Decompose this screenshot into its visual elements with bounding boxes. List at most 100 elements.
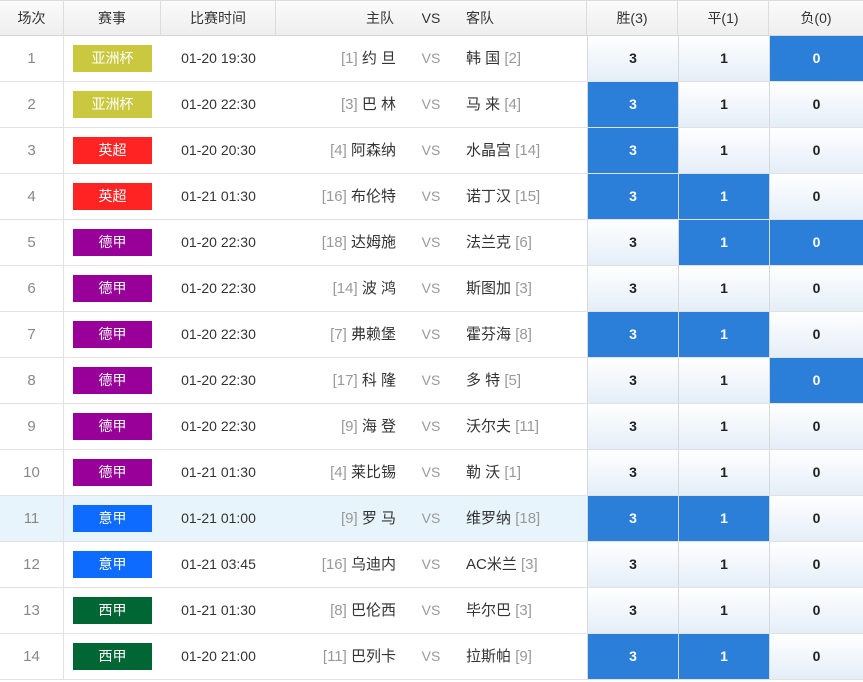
lose-option[interactable]: 0 [769, 404, 863, 449]
win-option[interactable]: 3 [587, 312, 678, 357]
league-badge[interactable]: 意甲 [73, 551, 152, 578]
vs-label: VS [421, 602, 441, 618]
league-badge[interactable]: 德甲 [73, 367, 152, 394]
draw-option[interactable]: 1 [678, 82, 769, 127]
home-team: [1] 约 旦 [276, 36, 400, 81]
home-team: [11] 巴列卡 [276, 634, 400, 679]
away-team: 维罗纳 [18] [462, 496, 587, 541]
away-team: AC米兰 [3] [462, 542, 587, 587]
win-option[interactable]: 3 [587, 404, 678, 449]
league-badge[interactable]: 亚洲杯 [73, 45, 152, 72]
league-badge[interactable]: 英超 [73, 183, 152, 210]
win-option[interactable]: 3 [587, 174, 678, 219]
table-row: 8 德甲 01-20 22:30 [17] 科 隆 VS 多 特 [5] 3 1 0 [0, 358, 863, 404]
home-team-name: 约 旦 [361, 50, 396, 67]
win-option[interactable]: 3 [587, 542, 678, 587]
table-row: 2 亚洲杯 01-20 22:30 [3] 巴 林 VS 马 来 [4] 3 1 0 [0, 82, 863, 128]
lose-option[interactable]: 0 [769, 36, 863, 81]
home-rank: [9] [340, 510, 358, 527]
league-badge[interactable]: 德甲 [73, 321, 152, 348]
lose-option[interactable]: 0 [769, 542, 863, 587]
draw-option[interactable]: 1 [678, 128, 769, 173]
league-badge[interactable]: 亚洲杯 [73, 91, 152, 118]
win-option[interactable]: 3 [587, 634, 678, 679]
lose-option[interactable]: 0 [769, 266, 863, 311]
table-row: 5 德甲 01-20 22:30 [18] 达姆施 VS 法兰克 [6] 3 1 0 [0, 220, 863, 266]
win-option[interactable]: 3 [587, 266, 678, 311]
vs-label: VS [421, 50, 441, 66]
draw-option[interactable]: 1 [678, 496, 769, 541]
home-rank: [16] [321, 188, 347, 205]
home-team: [8] 巴伦西 [276, 588, 400, 633]
match-number: 5 [0, 220, 64, 265]
match-time: 01-20 22:30 [181, 280, 256, 296]
home-team-name: 波 鸿 [361, 280, 396, 297]
win-option[interactable]: 3 [587, 220, 678, 265]
away-team-name: 斯图加 [466, 280, 512, 297]
lose-option[interactable]: 0 [769, 128, 863, 173]
away-team-name: 法兰克 [466, 234, 512, 251]
win-option[interactable]: 3 [587, 82, 678, 127]
lose-option[interactable]: 0 [769, 358, 863, 403]
league-badge[interactable]: 德甲 [73, 229, 152, 256]
home-team: [16] 布伦特 [276, 174, 400, 219]
home-rank: [8] [330, 602, 347, 619]
away-team-name: 马 来 [466, 96, 501, 113]
home-team: [18] 达姆施 [276, 220, 400, 265]
win-option[interactable]: 3 [587, 588, 678, 633]
away-team: 勒 沃 [1] [462, 450, 587, 495]
home-team-name: 罗 马 [361, 510, 396, 527]
lose-option[interactable]: 0 [769, 82, 863, 127]
draw-option[interactable]: 1 [678, 36, 769, 81]
home-team: [7] 弗赖堡 [276, 312, 400, 357]
vs-label: VS [421, 510, 441, 526]
lose-option[interactable]: 0 [769, 588, 863, 633]
lose-option[interactable]: 0 [769, 450, 863, 495]
draw-option[interactable]: 1 [678, 358, 769, 403]
league-badge[interactable]: 意甲 [73, 505, 152, 532]
match-number: 9 [0, 404, 64, 449]
lose-option[interactable]: 0 [769, 496, 863, 541]
away-team: 马 来 [4] [462, 82, 587, 127]
lose-option[interactable]: 0 [769, 312, 863, 357]
match-time: 01-20 19:30 [181, 50, 256, 66]
home-team-name: 莱比锡 [350, 464, 396, 481]
lose-option[interactable]: 0 [769, 174, 863, 219]
match-number: 13 [0, 588, 64, 633]
league-badge[interactable]: 德甲 [73, 413, 152, 440]
draw-option[interactable]: 1 [678, 542, 769, 587]
home-rank: [14] [332, 280, 358, 297]
win-option[interactable]: 3 [587, 128, 678, 173]
home-team: [9] 罗 马 [276, 496, 400, 541]
match-number: 12 [0, 542, 64, 587]
lose-option[interactable]: 0 [769, 634, 863, 679]
table-row: 1 亚洲杯 01-20 19:30 [1] 约 旦 VS 韩 国 [2] 3 1 0 [0, 36, 863, 82]
league-badge[interactable]: 德甲 [73, 275, 152, 302]
league-cell: 德甲 [64, 450, 161, 495]
draw-option[interactable]: 1 [678, 174, 769, 219]
home-team-name: 巴伦西 [350, 602, 396, 619]
league-badge[interactable]: 英超 [73, 137, 152, 164]
win-option[interactable]: 3 [587, 36, 678, 81]
draw-option[interactable]: 1 [678, 266, 769, 311]
draw-option[interactable]: 1 [678, 404, 769, 449]
draw-option[interactable]: 1 [678, 450, 769, 495]
lose-option[interactable]: 0 [769, 220, 863, 265]
table-row: 13 西甲 01-21 01:30 [8] 巴伦西 VS 毕尔巴 [3] 3 1 0 [0, 588, 863, 634]
draw-option[interactable]: 1 [678, 220, 769, 265]
win-option[interactable]: 3 [587, 496, 678, 541]
win-option[interactable]: 3 [587, 450, 678, 495]
header-away: 客队 [462, 1, 587, 36]
draw-option[interactable]: 1 [678, 312, 769, 357]
win-option[interactable]: 3 [587, 358, 678, 403]
home-rank: [7] [330, 326, 347, 343]
away-rank: [1] [504, 464, 522, 481]
league-badge[interactable]: 西甲 [73, 597, 152, 624]
home-rank: [9] [340, 418, 358, 435]
draw-option[interactable]: 1 [678, 634, 769, 679]
draw-option[interactable]: 1 [678, 588, 769, 633]
league-badge[interactable]: 西甲 [73, 643, 152, 670]
league-cell: 意甲 [64, 542, 161, 587]
league-badge[interactable]: 德甲 [73, 459, 152, 486]
league-cell: 英超 [64, 128, 161, 173]
